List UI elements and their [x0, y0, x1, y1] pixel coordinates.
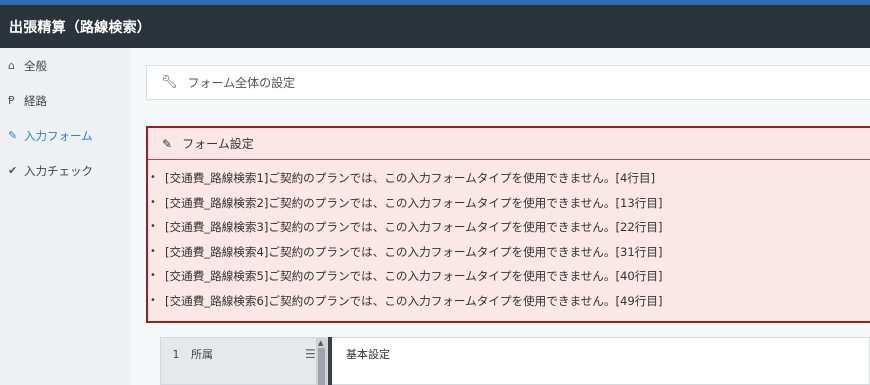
error-panel-title: フォーム設定 — [182, 137, 254, 151]
form-settings-label: フォーム全体の設定 — [187, 76, 296, 90]
detail-title: 基本設定 — [346, 348, 390, 361]
scrollbar-thumb[interactable] — [318, 348, 325, 385]
pencil-icon: ✎ — [8, 129, 18, 142]
form-settings-button[interactable]: 🔧︎ フォーム全体の設定 — [146, 65, 870, 100]
scrollbar[interactable]: ▲ — [316, 338, 327, 385]
sidebar-item-input-check[interactable]: ✔ 入力チェック — [0, 153, 130, 188]
error-message: [交通費_路線検索1]ご契約のプランでは、この入力フォームタイプを使用できません… — [148, 166, 870, 191]
home-icon: ⌂ — [8, 59, 15, 72]
sidebar-item-label: 入力チェック — [24, 163, 93, 178]
field-list-item[interactable]: 1 所属 ☰ — [161, 338, 327, 370]
sidebar-item-label: 入力フォーム — [24, 128, 93, 143]
yen-icon: Ᵽ — [8, 94, 15, 107]
error-message: [交通費_路線検索5]ご契約のプランでは、この入力フォームタイプを使用できません… — [148, 264, 870, 289]
detail-pane: 基本設定 — [332, 337, 870, 385]
sidebar-item-route[interactable]: Ᵽ 経路 — [0, 83, 130, 118]
scroll-up-icon[interactable]: ▲ — [318, 339, 323, 347]
error-message: [交通費_路線検索4]ご契約のプランでは、この入力フォームタイプを使用できません… — [148, 240, 870, 265]
check-icon: ✔ — [8, 164, 18, 177]
error-message: [交通費_路線検索6]ご契約のプランでは、この入力フォームタイプを使用できません… — [148, 289, 870, 314]
main-content: 🔧︎ フォーム全体の設定 ✎ フォーム設定 [交通費_路線検索1]ご契約のプラン… — [130, 48, 870, 385]
pencil-icon: ✎ — [162, 136, 173, 151]
wrench-icon: 🔧︎ — [161, 75, 178, 90]
error-list: [交通費_路線検索1]ご契約のプランでは、この入力フォームタイプを使用できません… — [148, 160, 870, 313]
error-panel-header: ✎ フォーム設定 — [148, 128, 870, 160]
field-list: 1 所属 ☰ ▲ — [160, 337, 328, 385]
sidebar-item-general[interactable]: ⌂ 全般 — [0, 48, 130, 83]
sidebar-item-input-form[interactable]: ✎ 入力フォーム — [0, 118, 130, 153]
sidebar-item-label: 経路 — [24, 93, 47, 108]
error-panel: ✎ フォーム設定 [交通費_路線検索1]ご契約のプランでは、この入力フォームタイ… — [146, 126, 870, 323]
page-title: 出張精算（路線検索） — [9, 19, 151, 36]
sidebar-item-label: 全般 — [24, 58, 47, 73]
error-message: [交通費_路線検索2]ご契約のプランでは、この入力フォームタイプを使用できません… — [148, 191, 870, 216]
field-label: 所属 — [191, 348, 213, 361]
form-editor: 1 所属 ☰ ▲ 基本設定 — [160, 337, 870, 385]
header-bar: 出張精算（路線検索） — [0, 5, 870, 48]
sidebar: ⌂ 全般 Ᵽ 経路 ✎ 入力フォーム ✔ 入力チェック — [0, 48, 130, 385]
error-message: [交通費_路線検索3]ご契約のプランでは、この入力フォームタイプを使用できません… — [148, 215, 870, 240]
field-number: 1 — [172, 347, 180, 361]
